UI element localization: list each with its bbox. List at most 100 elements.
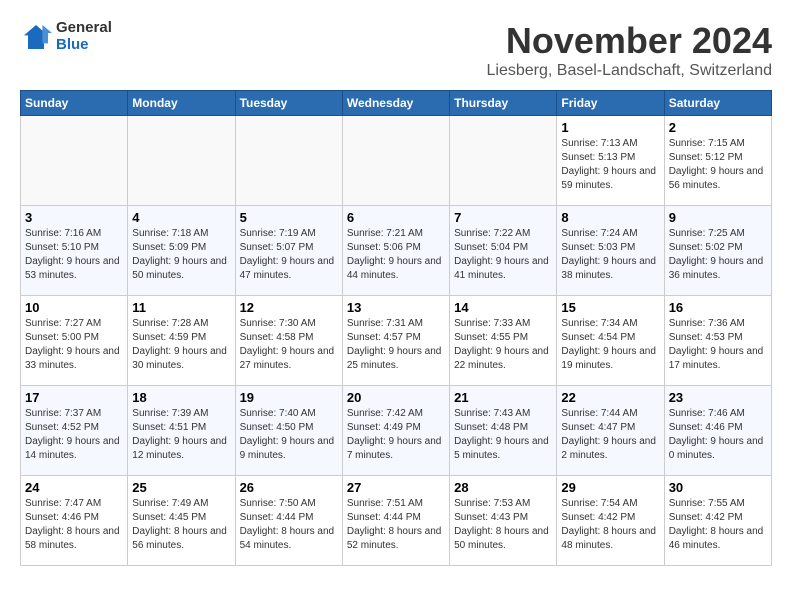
day-info: Sunrise: 7:19 AM Sunset: 5:07 PM Dayligh… bbox=[240, 227, 338, 283]
day-number: 1 bbox=[561, 120, 659, 135]
calendar-cell: 14 Sunrise: 7:33 AM Sunset: 4:55 PM Dayli… bbox=[450, 296, 557, 386]
day-info: Sunrise: 7:46 AM Sunset: 4:46 PM Dayligh… bbox=[669, 407, 767, 463]
day-info: Sunrise: 7:28 AM Sunset: 4:59 PM Dayligh… bbox=[132, 317, 230, 373]
calendar-cell: 3Sunrise: 7:16 AM Sunset: 5:10 PM Daylig… bbox=[21, 206, 128, 296]
day-number: 24 bbox=[25, 480, 123, 495]
calendar-cell: 12Sunrise: 7:30 AM Sunset: 4:58 PM Dayli… bbox=[235, 296, 342, 386]
calendar-cell: 21 Sunrise: 7:43 AM Sunset: 4:48 PM Dayli… bbox=[450, 386, 557, 476]
day-info: Sunrise: 7:37 AM Sunset: 4:52 PM Dayligh… bbox=[25, 407, 123, 463]
calendar-cell: 5 Sunrise: 7:19 AM Sunset: 5:07 PM Daylig… bbox=[235, 206, 342, 296]
calendar-cell: 4Sunrise: 7:18 AM Sunset: 5:09 PM Daylig… bbox=[128, 206, 235, 296]
day-number: 11 bbox=[132, 300, 230, 315]
day-info: Sunrise: 7:34 AM Sunset: 4:54 PM Dayligh… bbox=[561, 317, 659, 373]
day-number: 23 bbox=[669, 390, 767, 405]
days-of-week-row: SundayMondayTuesdayWednesdayThursdayFrid… bbox=[21, 91, 772, 116]
calendar-cell: 2Sunrise: 7:15 AM Sunset: 5:12 PM Daylig… bbox=[664, 116, 771, 206]
day-number: 10 bbox=[25, 300, 123, 315]
calendar-cell: 27 Sunrise: 7:51 AM Sunset: 4:44 PM Dayli… bbox=[342, 476, 449, 566]
day-info: Sunrise: 7:18 AM Sunset: 5:09 PM Dayligh… bbox=[132, 227, 230, 283]
day-info: Sunrise: 7:31 AM Sunset: 4:57 PM Dayligh… bbox=[347, 317, 445, 373]
day-number: 13 bbox=[347, 300, 445, 315]
logo-blue-text: Blue bbox=[56, 37, 112, 54]
calendar-cell: 6 Sunrise: 7:21 AM Sunset: 5:06 PM Daylig… bbox=[342, 206, 449, 296]
calendar-cell: 13 Sunrise: 7:31 AM Sunset: 4:57 PM Dayli… bbox=[342, 296, 449, 386]
day-number: 6 bbox=[347, 210, 445, 225]
calendar-week-row: 10 Sunrise: 7:27 AM Sunset: 5:00 PM Dayli… bbox=[21, 296, 772, 386]
day-number: 12 bbox=[240, 300, 338, 315]
day-number: 30 bbox=[669, 480, 767, 495]
day-info: Sunrise: 7:49 AM Sunset: 4:45 PM Dayligh… bbox=[132, 497, 230, 553]
day-number: 14 bbox=[454, 300, 552, 315]
day-info: Sunrise: 7:27 AM Sunset: 5:00 PM Dayligh… bbox=[25, 317, 123, 373]
day-info: Sunrise: 7:24 AM Sunset: 5:03 PM Dayligh… bbox=[561, 227, 659, 283]
day-of-week-header: Thursday bbox=[450, 91, 557, 116]
day-of-week-header: Sunday bbox=[21, 91, 128, 116]
day-number: 28 bbox=[454, 480, 552, 495]
day-info: Sunrise: 7:33 AM Sunset: 4:55 PM Dayligh… bbox=[454, 317, 552, 373]
day-number: 20 bbox=[347, 390, 445, 405]
day-number: 29 bbox=[561, 480, 659, 495]
day-number: 5 bbox=[240, 210, 338, 225]
calendar-cell: 24Sunrise: 7:47 AM Sunset: 4:46 PM Dayli… bbox=[21, 476, 128, 566]
day-info: Sunrise: 7:22 AM Sunset: 5:04 PM Dayligh… bbox=[454, 227, 552, 283]
day-info: Sunrise: 7:42 AM Sunset: 4:49 PM Dayligh… bbox=[347, 407, 445, 463]
calendar-cell: 19 Sunrise: 7:40 AM Sunset: 4:50 PM Dayli… bbox=[235, 386, 342, 476]
day-number: 19 bbox=[240, 390, 338, 405]
day-number: 18 bbox=[132, 390, 230, 405]
calendar-cell: 18 Sunrise: 7:39 AM Sunset: 4:51 PM Dayli… bbox=[128, 386, 235, 476]
location-title: Liesberg, Basel-Landschaft, Switzerland bbox=[487, 62, 773, 80]
calendar-cell bbox=[235, 116, 342, 206]
day-number: 8 bbox=[561, 210, 659, 225]
day-info: Sunrise: 7:50 AM Sunset: 4:44 PM Dayligh… bbox=[240, 497, 338, 553]
day-number: 25 bbox=[132, 480, 230, 495]
calendar-cell bbox=[450, 116, 557, 206]
calendar-cell: 15 Sunrise: 7:34 AM Sunset: 4:54 PM Dayli… bbox=[557, 296, 664, 386]
calendar-cell: 11 Sunrise: 7:28 AM Sunset: 4:59 PM Dayli… bbox=[128, 296, 235, 386]
calendar-cell: 25 Sunrise: 7:49 AM Sunset: 4:45 PM Dayli… bbox=[128, 476, 235, 566]
day-info: Sunrise: 7:16 AM Sunset: 5:10 PM Dayligh… bbox=[25, 227, 123, 283]
day-number: 21 bbox=[454, 390, 552, 405]
day-info: Sunrise: 7:21 AM Sunset: 5:06 PM Dayligh… bbox=[347, 227, 445, 283]
calendar-header: SundayMondayTuesdayWednesdayThursdayFrid… bbox=[21, 91, 772, 116]
calendar-week-row: 24Sunrise: 7:47 AM Sunset: 4:46 PM Dayli… bbox=[21, 476, 772, 566]
day-info: Sunrise: 7:51 AM Sunset: 4:44 PM Dayligh… bbox=[347, 497, 445, 553]
day-number: 26 bbox=[240, 480, 338, 495]
day-info: Sunrise: 7:43 AM Sunset: 4:48 PM Dayligh… bbox=[454, 407, 552, 463]
day-info: Sunrise: 7:40 AM Sunset: 4:50 PM Dayligh… bbox=[240, 407, 338, 463]
day-info: Sunrise: 7:39 AM Sunset: 4:51 PM Dayligh… bbox=[132, 407, 230, 463]
day-number: 16 bbox=[669, 300, 767, 315]
day-number: 22 bbox=[561, 390, 659, 405]
day-number: 15 bbox=[561, 300, 659, 315]
calendar-cell: 29Sunrise: 7:54 AM Sunset: 4:42 PM Dayli… bbox=[557, 476, 664, 566]
day-number: 17 bbox=[25, 390, 123, 405]
logo-general-text: General bbox=[56, 20, 112, 37]
calendar-cell: 20 Sunrise: 7:42 AM Sunset: 4:49 PM Dayli… bbox=[342, 386, 449, 476]
day-info: Sunrise: 7:25 AM Sunset: 5:02 PM Dayligh… bbox=[669, 227, 767, 283]
title-area: November 2024 Liesberg, Basel-Landschaft… bbox=[487, 20, 773, 80]
day-number: 27 bbox=[347, 480, 445, 495]
calendar-cell bbox=[128, 116, 235, 206]
calendar-cell: 7 Sunrise: 7:22 AM Sunset: 5:04 PM Daylig… bbox=[450, 206, 557, 296]
header: General Blue November 2024 Liesberg, Bas… bbox=[20, 20, 772, 80]
calendar: SundayMondayTuesdayWednesdayThursdayFrid… bbox=[20, 90, 772, 566]
calendar-cell: 17 Sunrise: 7:37 AM Sunset: 4:52 PM Dayli… bbox=[21, 386, 128, 476]
calendar-cell: 16Sunrise: 7:36 AM Sunset: 4:53 PM Dayli… bbox=[664, 296, 771, 386]
calendar-cell: 26 Sunrise: 7:50 AM Sunset: 4:44 PM Dayli… bbox=[235, 476, 342, 566]
calendar-week-row: 17 Sunrise: 7:37 AM Sunset: 4:52 PM Dayli… bbox=[21, 386, 772, 476]
day-info: Sunrise: 7:13 AM Sunset: 5:13 PM Dayligh… bbox=[561, 137, 659, 193]
calendar-cell: 22Sunrise: 7:44 AM Sunset: 4:47 PM Dayli… bbox=[557, 386, 664, 476]
calendar-cell bbox=[342, 116, 449, 206]
day-of-week-header: Tuesday bbox=[235, 91, 342, 116]
day-info: Sunrise: 7:15 AM Sunset: 5:12 PM Dayligh… bbox=[669, 137, 767, 193]
logo: General Blue bbox=[20, 20, 112, 53]
day-info: Sunrise: 7:53 AM Sunset: 4:43 PM Dayligh… bbox=[454, 497, 552, 553]
calendar-week-row: 1 Sunrise: 7:13 AM Sunset: 5:13 PM Daylig… bbox=[21, 116, 772, 206]
month-title: November 2024 bbox=[487, 20, 773, 62]
calendar-cell: 8 Sunrise: 7:24 AM Sunset: 5:03 PM Daylig… bbox=[557, 206, 664, 296]
day-number: 9 bbox=[669, 210, 767, 225]
calendar-cell: 9 Sunrise: 7:25 AM Sunset: 5:02 PM Daylig… bbox=[664, 206, 771, 296]
day-info: Sunrise: 7:55 AM Sunset: 4:42 PM Dayligh… bbox=[669, 497, 767, 553]
calendar-week-row: 3Sunrise: 7:16 AM Sunset: 5:10 PM Daylig… bbox=[21, 206, 772, 296]
calendar-cell: 28 Sunrise: 7:53 AM Sunset: 4:43 PM Dayli… bbox=[450, 476, 557, 566]
day-number: 7 bbox=[454, 210, 552, 225]
